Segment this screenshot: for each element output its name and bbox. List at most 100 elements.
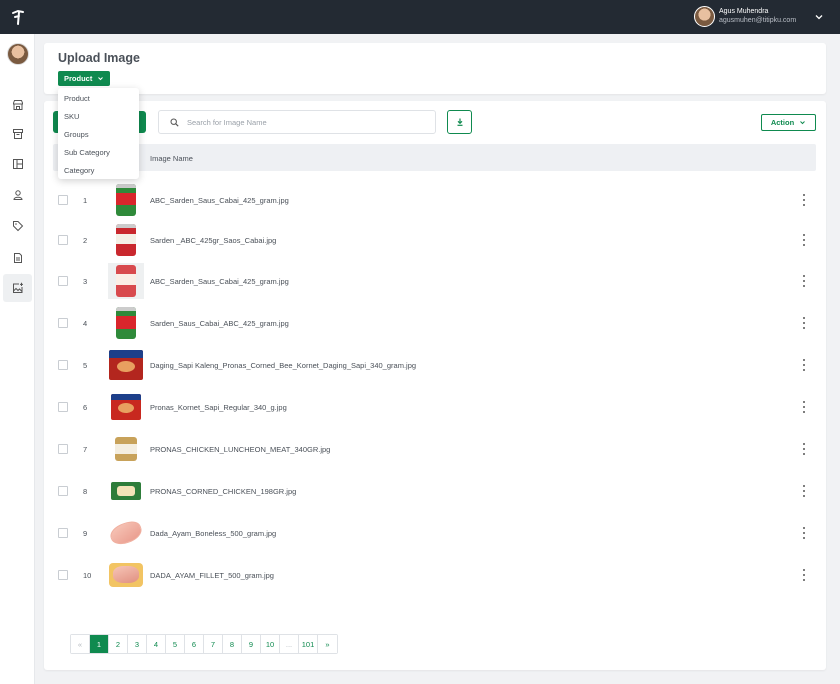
more-options-icon[interactable] [801,400,807,414]
table-row: 2 Sarden _ABC_425gr_Saos_Cabai.jpg [53,219,816,261]
header-card: Upload Image Product [44,43,826,94]
titipku-logo-icon[interactable] [10,8,26,26]
row-checkbox[interactable] [58,570,68,580]
table-row: 5 Daging_Sapi Kaleng_Pronas_Corned_Bee_K… [53,344,816,386]
more-options-icon[interactable] [801,484,807,498]
pagination-page[interactable]: 2 [109,635,128,653]
row-checkbox[interactable] [58,318,68,328]
page-title: Upload Image [58,51,140,65]
store-icon [12,100,23,110]
pagination-page[interactable]: 3 [128,635,147,653]
table-row: 3 ABC_Sarden_Saus_Cabai_425_gram.jpg [53,260,816,302]
product-type-dropdown[interactable]: Product [58,71,111,86]
product-thumbnail [108,557,144,593]
pagination-page[interactable]: 6 [185,635,204,653]
more-options-icon[interactable] [801,526,807,540]
layout-icon [12,159,23,169]
row-number: 4 [83,319,88,328]
pagination-page[interactable]: 5 [166,635,185,653]
tag-icon [12,221,23,232]
image-name: ABC_Sarden_Saus_Cabai_425_gram.jpg [150,277,289,286]
row-number: 1 [83,196,88,205]
product-thumbnail [108,347,144,383]
menu-item-product[interactable]: Product [58,89,139,107]
sidebar-item-layout[interactable] [3,150,32,178]
product-thumbnail [107,515,145,551]
row-checkbox[interactable] [58,444,68,454]
pagination-page[interactable]: 1 [90,635,109,653]
sidebar-item-store[interactable] [3,91,32,119]
row-checkbox[interactable] [58,360,68,370]
search-box[interactable] [158,110,436,134]
pagination-prev[interactable]: « [71,635,90,653]
search-icon [170,118,179,127]
action-dropdown-label: Action [770,118,795,127]
row-checkbox[interactable] [58,402,68,412]
more-options-icon[interactable] [801,358,807,372]
sidebar [0,34,35,684]
row-checkbox[interactable] [58,486,68,496]
product-type-dropdown-label: Product [64,74,93,83]
pagination-next[interactable]: » [318,635,337,653]
row-number: 8 [83,487,88,496]
pagination-page[interactable]: 10 [261,635,280,653]
table-row: 4 Sarden_Saus_Cabai_ABC_425_gram.jpg [53,302,816,344]
avatar[interactable] [694,6,715,27]
sidebar-item-upload-image[interactable] [3,274,32,302]
table-row: 8 PRONAS_CORNED_CHICKEN_198GR.jpg [53,470,816,512]
menu-item-category[interactable]: Category [58,161,139,179]
document-icon [13,253,22,263]
sidebar-item-users[interactable] [3,181,32,209]
pagination-page[interactable]: 7 [204,635,223,653]
search-input[interactable] [187,115,427,129]
chevron-down-icon [98,77,104,81]
image-name: DADA_AYAM_FILLET_500_gram.jpg [150,571,274,580]
action-dropdown[interactable]: Action [761,114,816,131]
product-thumbnail [108,431,144,467]
product-thumbnail [108,182,144,218]
download-button[interactable] [447,110,472,134]
user-email: agusmuhen@titipku.com [719,17,797,24]
user-name: Agus Muhendra [719,8,769,15]
pagination-page[interactable]: 9 [242,635,261,653]
sidebar-item-tags[interactable] [3,212,32,240]
menu-item-groups[interactable]: Groups [58,125,139,143]
image-name: Daging_Sapi Kaleng_Pronas_Corned_Bee_Kor… [150,361,417,370]
product-type-menu: Product SKU Groups Sub Category Category [58,88,139,179]
pagination-page[interactable]: 4 [147,635,166,653]
image-name: ABC_Sarden_Saus_Cabai_425_gram.jpg [150,196,289,205]
pagination: « 1 2 3 4 5 6 7 8 9 10 ... 101 » [70,634,338,654]
image-name: Pronas_Kornet_Sapi_Regular_340_g.jpg [150,403,287,412]
pagination-page-last[interactable]: 101 [299,635,318,653]
more-options-icon[interactable] [801,193,807,207]
product-thumbnail [108,222,144,258]
sidebar-item-documents[interactable] [3,244,32,272]
row-checkbox[interactable] [58,528,68,538]
row-number: 10 [83,571,92,580]
user-icon [12,190,23,200]
more-options-icon[interactable] [801,442,807,456]
table-row: 7 PRONAS_CHICKEN_LUNCHEON_MEAT_340GR.jpg [53,428,816,470]
more-options-icon[interactable] [801,233,807,247]
row-checkbox[interactable] [58,276,68,286]
chevron-down-icon [800,121,806,125]
more-options-icon[interactable] [801,568,807,582]
table-row: 9 Dada_Ayam_Boneless_500_gram.jpg [53,512,816,554]
column-header-image-name[interactable]: Image Name [150,154,193,163]
menu-item-sku[interactable]: SKU [58,107,139,125]
menu-item-sub-category[interactable]: Sub Category [58,143,139,161]
sidebar-item-archive[interactable] [3,120,32,148]
row-checkbox[interactable] [58,235,68,245]
sidebar-avatar[interactable] [7,43,29,65]
chevron-down-icon[interactable] [813,11,825,23]
more-options-icon[interactable] [801,274,807,288]
more-options-icon[interactable] [801,316,807,330]
image-name: Sarden_Saus_Cabai_ABC_425_gram.jpg [150,319,289,328]
image-name: PRONAS_CHICKEN_LUNCHEON_MEAT_340GR.jpg [150,445,331,454]
image-name: Dada_Ayam_Boneless_500_gram.jpg [150,529,277,538]
pagination-page[interactable]: 8 [223,635,242,653]
pagination-ellipsis: ... [280,635,299,653]
row-number: 6 [83,403,88,412]
row-checkbox[interactable] [58,195,68,205]
table-row: 1 ABC_Sarden_Saus_Cabai_425_gram.jpg [53,179,816,221]
